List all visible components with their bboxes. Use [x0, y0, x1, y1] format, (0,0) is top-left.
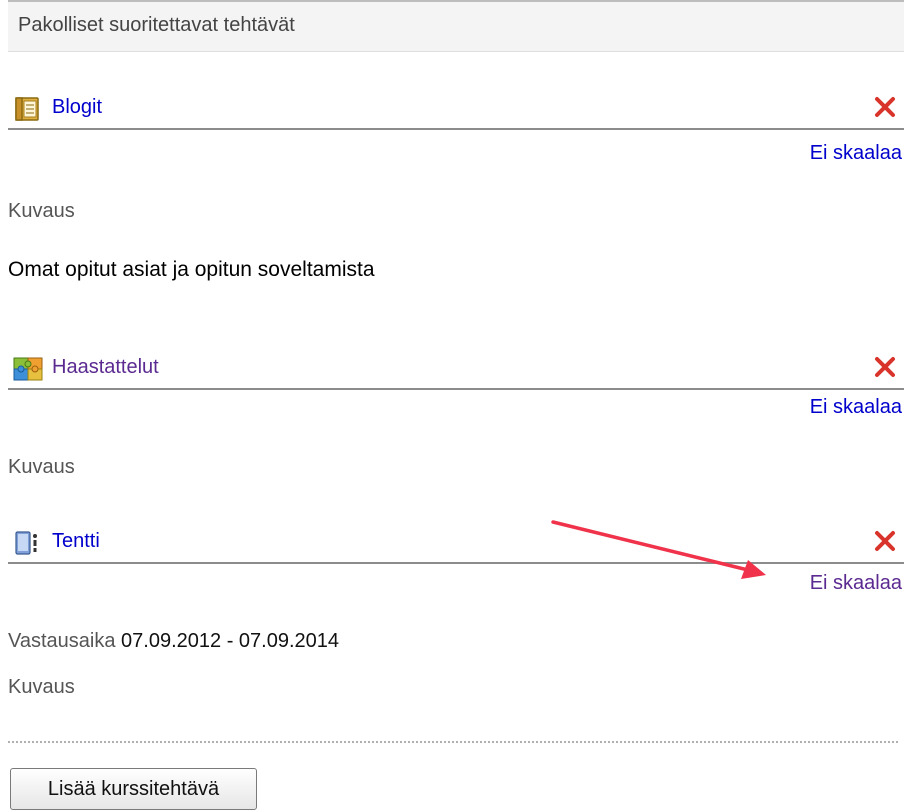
task-link-haastattelut[interactable]: Haastattelut — [52, 356, 159, 379]
task-link-blogit[interactable]: Blogit — [52, 96, 102, 119]
delete-icon[interactable] — [874, 96, 896, 118]
add-course-task-button[interactable]: Lisää kurssitehtävä — [10, 768, 257, 810]
delete-icon[interactable] — [874, 356, 896, 378]
delete-icon[interactable] — [874, 530, 896, 552]
answer-time: Vastausaika 07.09.2012 - 07.09.2014 — [8, 630, 339, 653]
section-header: Pakolliset suoritettavat tehtävät — [8, 0, 904, 52]
task-link-tentti[interactable]: Tentti — [52, 530, 100, 553]
exam-device-icon — [15, 531, 37, 555]
answer-time-label: Vastausaika — [8, 630, 116, 652]
description-label: Kuvaus — [8, 456, 75, 478]
answer-time-value: 07.09.2012 - 07.09.2014 — [121, 630, 340, 652]
scale-link-tentti[interactable]: Ei skaalaa — [810, 572, 902, 595]
description-text: Omat opitut asiat ja opitun soveltamista — [8, 258, 375, 281]
task-row-tentti: Tentti — [8, 522, 904, 564]
separator — [8, 741, 898, 743]
section-title: Pakolliset suoritettavat tehtävät — [18, 14, 295, 36]
task-row-blogit: Blogit — [8, 88, 904, 130]
blog-book-icon — [15, 97, 39, 121]
description-label: Kuvaus — [8, 676, 75, 698]
scale-link-haastattelut[interactable]: Ei skaalaa — [810, 396, 902, 419]
interview-puzzle-icon — [13, 357, 43, 381]
description-label: Kuvaus — [8, 200, 75, 222]
task-row-haastattelut: Haastattelut — [8, 348, 904, 390]
scale-link-blogit[interactable]: Ei skaalaa — [810, 142, 902, 165]
